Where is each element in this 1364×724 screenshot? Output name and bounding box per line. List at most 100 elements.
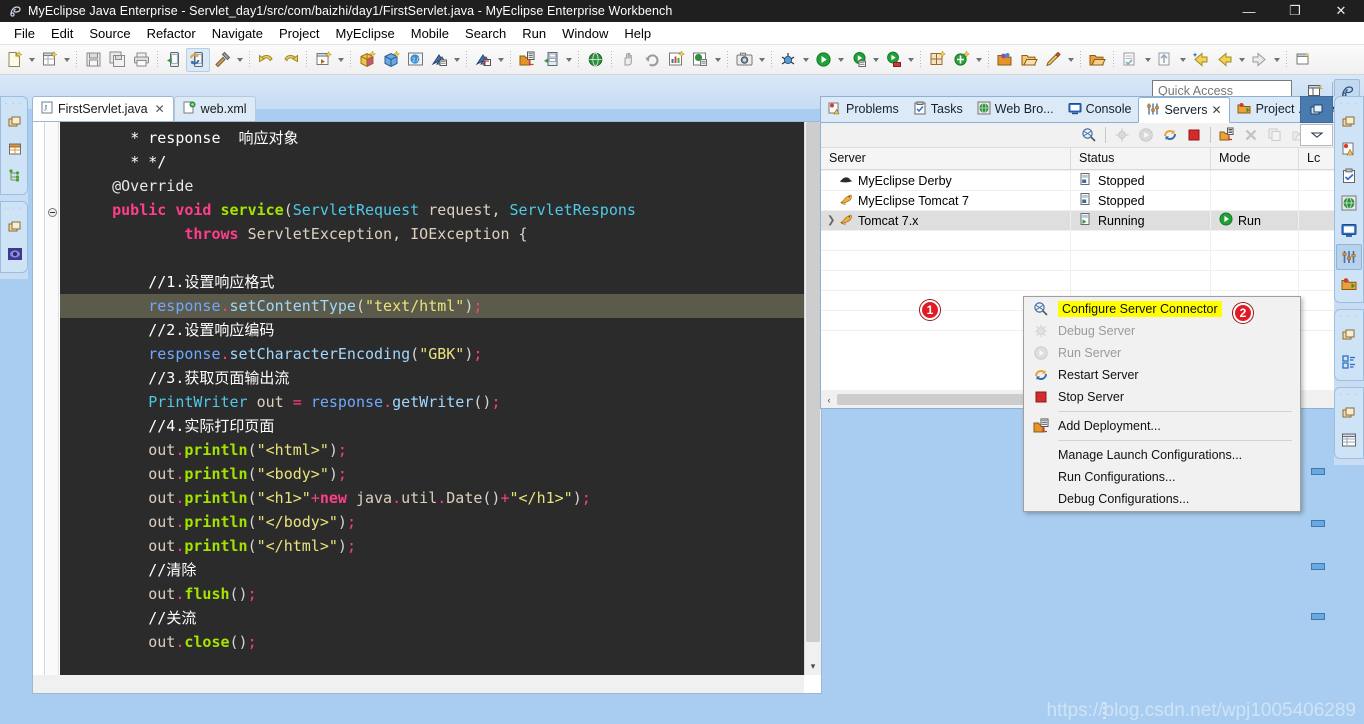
servers-icon[interactable]: [1336, 244, 1362, 270]
deploy-icon[interactable]: [427, 48, 451, 72]
table-row[interactable]: ❯ Tomcat 7.x Running Run: [821, 211, 1339, 231]
view-menu-chevron-icon[interactable]: [1300, 124, 1333, 146]
tab-console[interactable]: Console: [1061, 96, 1139, 122]
context-menu-item[interactable]: Restart Server: [1024, 364, 1300, 386]
rail-grip[interactable]: · · ·: [1, 99, 27, 108]
table-row[interactable]: MyEclipse Derby Stopped: [821, 171, 1339, 191]
new-ear-icon[interactable]: [355, 48, 379, 72]
rail-grip[interactable]: · · ·: [1, 204, 27, 213]
add-deployment-icon[interactable]: [1215, 124, 1239, 146]
code-line[interactable]: response.setCharacterEncoding("GBK");: [60, 342, 804, 366]
code-line[interactable]: out.println("<html>");: [60, 438, 804, 462]
rail-grip[interactable]: · · ·: [1335, 390, 1363, 399]
menu-item-source[interactable]: Source: [81, 24, 138, 43]
close-icon[interactable]: ✕: [155, 102, 165, 116]
column-header-status[interactable]: Status: [1071, 148, 1211, 169]
chevron-down-icon[interactable]: [712, 48, 723, 72]
web20-icon[interactable]: 2.0: [403, 48, 427, 72]
code-line[interactable]: //清除: [60, 558, 804, 582]
problems-icon[interactable]: [1336, 136, 1362, 162]
web-browser-icon[interactable]: [1336, 190, 1362, 216]
back-icon[interactable]: [1188, 48, 1212, 72]
editor-vertical-scrollbar[interactable]: ▾: [804, 122, 821, 675]
tab-servers[interactable]: Servers ✕: [1138, 97, 1230, 123]
editor-folding-column[interactable]: [46, 122, 59, 675]
context-menu-item[interactable]: Configure Server Connector: [1024, 298, 1300, 320]
restore-button[interactable]: ❐: [1272, 0, 1318, 22]
editor-left-ruler[interactable]: [33, 122, 45, 675]
open-resource-icon[interactable]: [1085, 48, 1109, 72]
restore-view-icon[interactable]: [1336, 322, 1362, 348]
code-line[interactable]: out.println("<h1>"+new java.util.Date()+…: [60, 486, 804, 510]
menu-item-refactor[interactable]: Refactor: [139, 24, 204, 43]
chevron-down-icon[interactable]: [1142, 48, 1153, 72]
web-report-icon[interactable]: [688, 48, 712, 72]
menu-item-edit[interactable]: Edit: [43, 24, 81, 43]
context-menu-item[interactable]: Add Deployment...: [1024, 415, 1300, 437]
undo-icon[interactable]: [254, 48, 278, 72]
editor-tab-webxml[interactable]: web.xml: [173, 96, 256, 121]
scrollbar-thumb[interactable]: [806, 122, 820, 642]
table-row[interactable]: MyEclipse Tomcat 7 Stopped: [821, 191, 1339, 211]
chevron-down-icon[interactable]: [335, 48, 346, 72]
code-line[interactable]: out.flush();: [60, 582, 804, 606]
rail-grip[interactable]: · · ·: [1335, 312, 1363, 321]
chevron-down-icon[interactable]: [835, 48, 846, 72]
add-deployment-icon[interactable]: [515, 48, 539, 72]
run-mobile-icon[interactable]: [162, 48, 186, 72]
code-line[interactable]: out.close();: [60, 630, 804, 654]
menu-item-myeclipse[interactable]: MyEclipse: [327, 24, 402, 43]
mobile-refresh-icon[interactable]: [186, 47, 210, 72]
code-line[interactable]: PrintWriter out = response.getWriter();: [60, 390, 804, 414]
menu-item-project[interactable]: Project: [271, 24, 327, 43]
servers-view-restore-button[interactable]: [1300, 96, 1333, 123]
chevron-down-icon[interactable]: [61, 48, 72, 72]
package-explorer-icon[interactable]: [2, 136, 28, 162]
stop-server-icon[interactable]: [1182, 124, 1206, 146]
new-window-icon[interactable]: [1291, 48, 1315, 72]
previous-annotation-icon[interactable]: [1153, 48, 1177, 72]
close-icon[interactable]: ✕: [1212, 103, 1222, 117]
menu-item-navigate[interactable]: Navigate: [204, 24, 271, 43]
code-line[interactable]: //1.设置响应格式: [60, 270, 804, 294]
forward-icon[interactable]: [1247, 48, 1271, 72]
editor-horizontal-scrollbar[interactable]: [33, 675, 804, 693]
package-explorer-icon[interactable]: [311, 48, 335, 72]
context-menu-item[interactable]: Run Configurations...: [1024, 466, 1300, 488]
tab-tasks[interactable]: Tasks: [906, 96, 970, 122]
code-line[interactable]: * */: [60, 150, 804, 174]
report-icon[interactable]: [664, 48, 688, 72]
print-icon[interactable]: [129, 48, 153, 72]
column-header-mode[interactable]: Mode: [1211, 148, 1299, 169]
server-name-cell[interactable]: ❯ Tomcat 7.x: [821, 211, 1071, 230]
restart-server-icon[interactable]: [1158, 124, 1182, 146]
context-menu-item[interactable]: Debug Configurations...: [1024, 488, 1300, 510]
menu-item-window[interactable]: Window: [554, 24, 616, 43]
code-line[interactable]: throws ServletException, IOException {: [60, 222, 804, 246]
code-line[interactable]: [60, 246, 804, 270]
editor-overview-marker[interactable]: [1311, 613, 1325, 620]
chevron-down-icon[interactable]: [234, 48, 245, 72]
code-line[interactable]: //关流: [60, 606, 804, 630]
expand-twisty-icon[interactable]: ❯: [827, 215, 835, 226]
rail-grip[interactable]: · · ·: [1335, 99, 1363, 108]
chevron-down-icon[interactable]: [563, 48, 574, 72]
refresh-undo-icon[interactable]: [640, 48, 664, 72]
server-name-cell[interactable]: MyEclipse Derby: [821, 171, 1071, 190]
close-button[interactable]: ✕: [1318, 0, 1364, 22]
open-type-icon[interactable]: [993, 48, 1017, 72]
column-header-server[interactable]: Server: [821, 148, 1071, 169]
restore-view-icon[interactable]: [2, 214, 28, 240]
code-text[interactable]: * response 响应对象 * */ @Override public vo…: [60, 122, 804, 675]
code-line[interactable]: @Override: [60, 174, 804, 198]
run-icon[interactable]: [811, 48, 835, 72]
run-external-icon[interactable]: [881, 48, 905, 72]
tab-web-browser[interactable]: Web Bro...: [970, 96, 1061, 122]
chevron-down-icon[interactable]: [1065, 48, 1076, 72]
menu-item-search[interactable]: Search: [457, 24, 514, 43]
code-line[interactable]: //4.实际打印页面: [60, 414, 804, 438]
menu-item-help[interactable]: Help: [616, 24, 659, 43]
editor-overview-marker[interactable]: [1311, 520, 1325, 527]
code-line[interactable]: out.println("</html>");: [60, 534, 804, 558]
configure-server-connector-icon[interactable]: [1077, 124, 1101, 146]
